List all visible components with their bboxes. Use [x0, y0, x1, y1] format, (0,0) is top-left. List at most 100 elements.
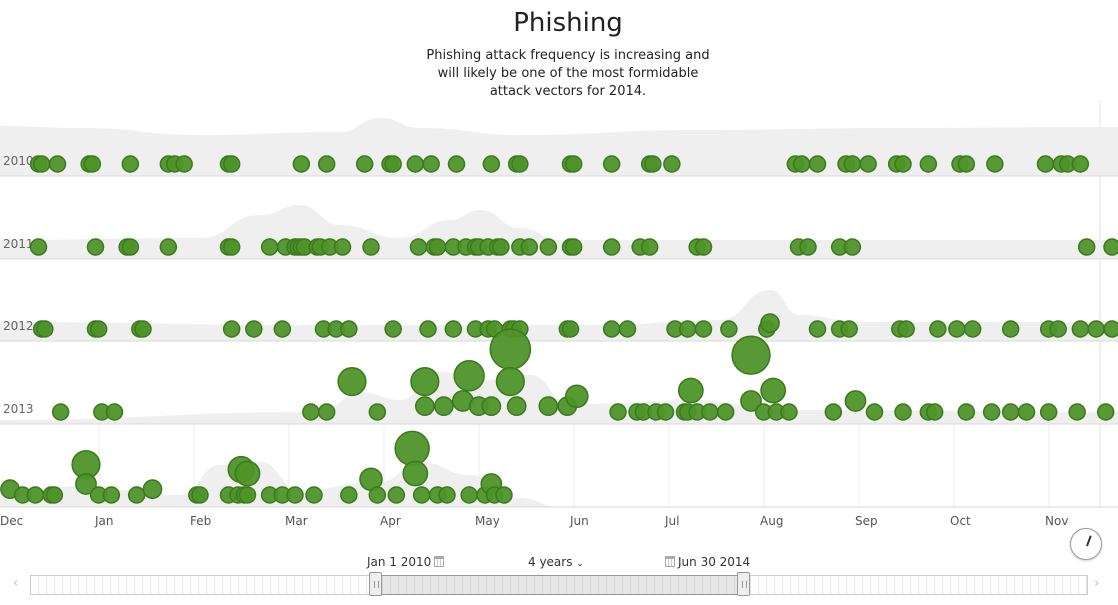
end-date: Jun 30 2014 — [678, 555, 751, 569]
incident-bubble — [564, 238, 583, 256]
incident-bubble — [844, 390, 867, 412]
x-tick-label: Jul — [664, 514, 679, 528]
incident-bubble — [609, 403, 627, 421]
incident-bubble — [51, 403, 70, 421]
incident-bubble — [460, 486, 478, 504]
incident-bubble — [760, 377, 787, 404]
incident-bubble — [780, 403, 798, 421]
incident-bubble — [260, 238, 279, 256]
range-end-handle[interactable] — [737, 572, 750, 596]
incident-bubble — [792, 155, 811, 173]
timeline-chart: Dec Jan Feb Mar Apr May Jun Jul Aug Sep Oct Nov 2010… — [0, 100, 1118, 528]
incident-bubble — [273, 320, 292, 338]
incident-bubble — [640, 238, 659, 256]
incident-bubble — [716, 403, 735, 421]
incident-bubble — [701, 403, 719, 421]
incident-bubble — [368, 486, 387, 504]
incident-bubble — [1017, 403, 1036, 421]
row-label: 2012 — [3, 319, 34, 333]
incident-bubble — [368, 403, 387, 421]
time-range-selection[interactable] — [375, 575, 744, 595]
incident-bubble — [760, 313, 780, 334]
incident-bubble — [694, 320, 713, 338]
incident-bubble — [384, 155, 402, 173]
incident-bubble — [602, 155, 621, 173]
x-tick-label: Dec — [0, 514, 23, 528]
incident-bubble — [409, 238, 428, 256]
incident-bubble — [840, 320, 858, 338]
incident-bubble — [919, 155, 938, 173]
incident-bubble — [731, 335, 771, 375]
x-tick-label: Nov — [1045, 514, 1068, 528]
incident-bubble — [305, 486, 323, 504]
incident-bubble — [561, 320, 580, 338]
range-value: 4 years — [528, 555, 573, 569]
incident-bubble — [406, 155, 425, 173]
incident-bubble — [83, 155, 102, 173]
incident-bubble — [414, 396, 435, 417]
incident-bubble — [481, 396, 502, 417]
clock-icon[interactable] — [1070, 528, 1102, 560]
incident-bubble — [1103, 238, 1118, 256]
incident-bubble — [447, 155, 466, 173]
incident-bubble — [317, 155, 336, 173]
incident-bubble — [495, 366, 525, 397]
incident-bubble — [29, 238, 48, 256]
incident-bubble — [159, 238, 178, 256]
incident-bubble — [333, 238, 352, 256]
end-date-picker[interactable]: Jun 30 2014 — [662, 555, 750, 569]
incident-bubble — [105, 403, 124, 421]
incident-bubble — [678, 320, 697, 338]
incident-bubble — [489, 328, 532, 371]
incident-bubble — [894, 403, 912, 421]
incident-bubble — [694, 238, 713, 256]
x-tick-label: Sep — [855, 514, 878, 528]
incident-bubble — [948, 320, 966, 338]
scroll-right-arrow-icon[interactable]: › — [1094, 576, 1099, 591]
row-label: 2010 — [3, 154, 34, 168]
start-date: Jan 1 2010 — [367, 555, 432, 569]
incident-bubble — [1068, 403, 1086, 421]
incident-bubble — [433, 396, 454, 417]
row-label: 2013 — [3, 402, 34, 416]
incident-bubble — [127, 486, 146, 504]
scroll-left-arrow-icon[interactable]: ‹ — [13, 576, 18, 591]
range-dropdown[interactable]: 4 years ⌄ — [528, 555, 584, 569]
calendar-icon — [434, 556, 445, 567]
incident-bubble — [663, 155, 681, 173]
incident-bubble — [1036, 155, 1055, 173]
x-tick-label: Jan — [94, 514, 114, 528]
incident-bubble — [859, 155, 877, 173]
incident-bubble — [245, 320, 263, 338]
incident-bubble — [1087, 320, 1105, 338]
incident-bubble — [656, 403, 675, 421]
incident-bubble — [799, 238, 817, 256]
incident-bubble — [134, 320, 152, 338]
incident-bubble — [894, 155, 912, 173]
incident-bubble — [89, 320, 108, 338]
incident-bubble — [387, 486, 406, 504]
incident-bubble — [1001, 403, 1020, 421]
incident-bubble — [422, 155, 440, 173]
incident-bubble — [492, 238, 510, 256]
x-tick-label: May — [475, 514, 500, 528]
x-tick-label: Jun — [569, 514, 589, 528]
incident-bubble — [1039, 403, 1058, 421]
incident-bubble — [602, 320, 621, 338]
incident-bubble — [222, 155, 241, 173]
incident-bubble — [511, 155, 529, 173]
start-date-picker[interactable]: Jan 1 2010 — [367, 555, 447, 569]
x-tick-label: Apr — [380, 514, 401, 528]
chevron-down-icon: ⌄ — [576, 559, 584, 569]
range-start-handle[interactable] — [369, 572, 382, 596]
incident-bubble — [355, 155, 374, 173]
x-tick-label: Aug — [760, 514, 783, 528]
row-label: 2011 — [3, 237, 34, 251]
incident-bubble — [720, 320, 738, 338]
incident-bubble — [1077, 238, 1096, 256]
x-tick-label: Feb — [190, 514, 211, 528]
incident-bubble — [428, 238, 447, 256]
incident-bubble — [45, 486, 64, 504]
incident-bubble — [1049, 320, 1067, 338]
incident-bubble — [538, 396, 559, 417]
